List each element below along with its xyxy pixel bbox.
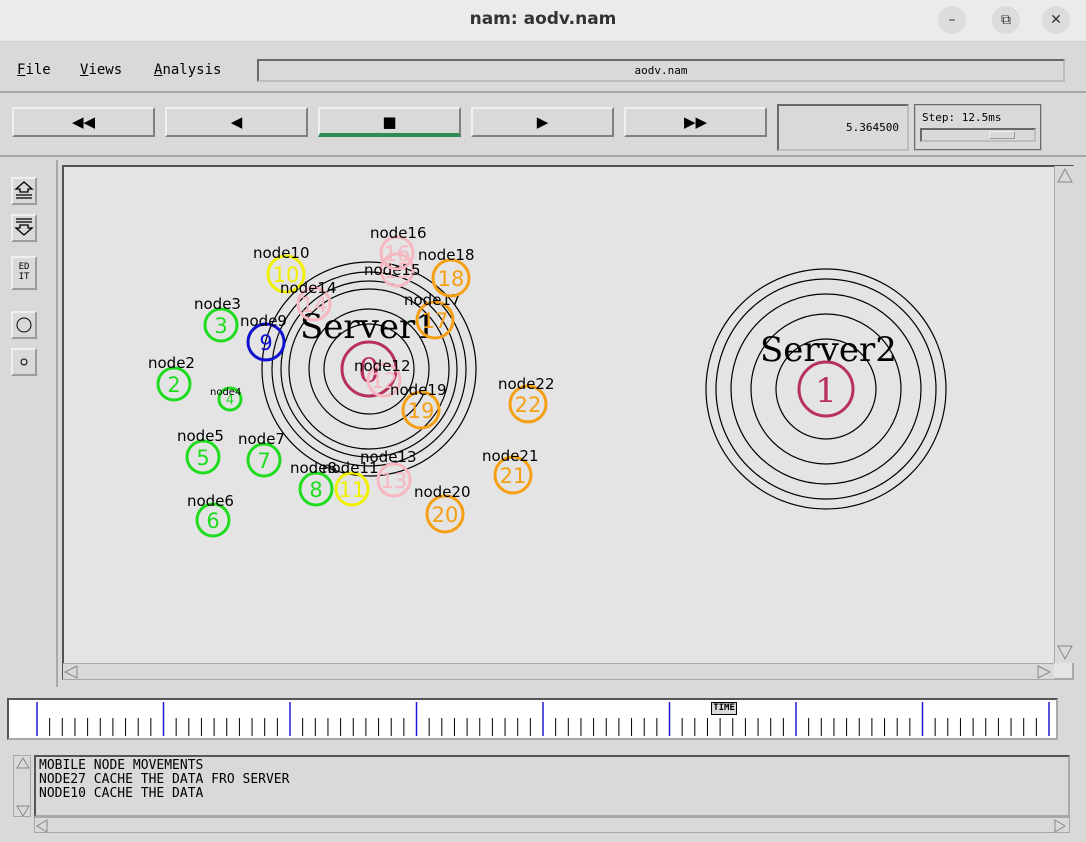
playback-toolbar: ◀◀ ◀ ■ ▶ ▶▶ 5.364500 Step: 12.5ms bbox=[0, 95, 1086, 157]
message-log: MOBILE NODE MOVEMENTS NODE27 CACHE THE D… bbox=[34, 755, 1070, 817]
zoom-out-icon bbox=[14, 218, 34, 236]
edit-button[interactable]: ED IT bbox=[11, 256, 37, 290]
node-21[interactable]: 21node21 bbox=[482, 447, 539, 495]
rewind-button[interactable]: ◀◀ bbox=[12, 107, 155, 137]
node-label: node13 bbox=[360, 448, 417, 466]
play-button[interactable]: ▶ bbox=[471, 107, 614, 137]
close-button[interactable]: ✕ bbox=[1042, 6, 1070, 34]
small-node-button[interactable] bbox=[11, 348, 37, 376]
node-label: node18 bbox=[418, 246, 475, 264]
node-id: 9 bbox=[259, 331, 272, 355]
node-id: 7 bbox=[257, 449, 270, 473]
menu-file[interactable]: File bbox=[17, 62, 51, 78]
node-2[interactable]: 2node2 bbox=[148, 354, 195, 402]
restore-button[interactable]: ⧉ bbox=[992, 6, 1020, 34]
node-label: node12 bbox=[354, 357, 411, 375]
window-title: nam: aodv.nam bbox=[469, 9, 617, 29]
canvas-horizontal-scrollbar[interactable] bbox=[63, 663, 1054, 679]
node-id: 20 bbox=[432, 503, 459, 527]
server-id: 1 bbox=[815, 371, 837, 411]
node-id: 18 bbox=[438, 267, 465, 291]
node-label: node21 bbox=[482, 447, 539, 465]
node-5[interactable]: 5node5 bbox=[177, 427, 224, 475]
node-label: node19 bbox=[390, 381, 447, 399]
node-id: 19 bbox=[408, 399, 435, 423]
time-display: 5.364500 bbox=[777, 104, 909, 151]
menu-views[interactable]: Views bbox=[80, 62, 122, 78]
node-label: node16 bbox=[370, 224, 427, 242]
node-label: node5 bbox=[177, 427, 224, 445]
node-6[interactable]: 6node6 bbox=[187, 492, 234, 538]
node-id: 16 bbox=[384, 242, 411, 266]
circle-small-icon bbox=[20, 358, 28, 366]
message-horizontal-scrollbar[interactable] bbox=[34, 817, 1070, 833]
zoom-in-icon bbox=[14, 181, 34, 199]
node-3[interactable]: 3node3 bbox=[194, 295, 241, 343]
large-node-button[interactable] bbox=[11, 311, 37, 339]
node-label: node14 bbox=[280, 279, 337, 297]
node-label: node6 bbox=[187, 492, 234, 510]
step-slider-thumb[interactable] bbox=[989, 131, 1015, 139]
message-line: NODE10 CACHE THE DATA bbox=[39, 786, 204, 801]
step-control: Step: 12.5ms bbox=[914, 104, 1042, 151]
node-9[interactable]: 9node9 bbox=[240, 312, 287, 362]
node-id: 2 bbox=[167, 373, 180, 397]
minimize-button[interactable]: – bbox=[938, 6, 966, 34]
node-label: node22 bbox=[498, 375, 555, 393]
node-label: node4 bbox=[210, 387, 241, 398]
node-id: 3 bbox=[214, 314, 227, 338]
node-id: 6 bbox=[206, 509, 219, 533]
node-18[interactable]: 18 node18 bbox=[418, 246, 475, 298]
node-4[interactable]: 4node4 bbox=[210, 386, 243, 412]
node-label: node10 bbox=[253, 244, 310, 262]
message-vertical-scrollbar[interactable] bbox=[13, 755, 31, 817]
zoom-out-button[interactable] bbox=[11, 214, 37, 242]
node-id: 13 bbox=[381, 469, 408, 493]
fast-forward-button[interactable]: ▶▶ bbox=[624, 107, 767, 137]
node-label: node3 bbox=[194, 295, 241, 313]
message-line: NODE27 CACHE THE DATA FRO SERVER bbox=[39, 772, 290, 787]
timeline-ticks bbox=[36, 702, 1050, 736]
node-id: 11 bbox=[339, 478, 366, 502]
title-bar: nam: aodv.nam – ⧉ ✕ bbox=[0, 0, 1086, 42]
stop-button[interactable]: ■ bbox=[318, 107, 461, 137]
zoom-in-button[interactable] bbox=[11, 177, 37, 205]
node-id: 22 bbox=[515, 393, 542, 417]
filename-display: aodv.nam bbox=[257, 59, 1065, 82]
canvas-vertical-scrollbar[interactable] bbox=[1054, 166, 1074, 663]
tool-sidebar: ED IT bbox=[0, 160, 58, 687]
node-label: node20 bbox=[414, 483, 471, 501]
message-line: MOBILE NODE MOVEMENTS bbox=[39, 758, 204, 773]
node-id: 21 bbox=[500, 464, 527, 488]
server-label: Server2 bbox=[760, 330, 897, 370]
timeline-slider[interactable]: TIME bbox=[7, 698, 1058, 740]
node-22[interactable]: 22node22 bbox=[498, 375, 555, 424]
menu-analysis[interactable]: Analysis bbox=[154, 62, 221, 78]
step-back-button[interactable]: ◀ bbox=[165, 107, 308, 137]
node-label: node17 bbox=[404, 291, 461, 309]
topology-view: 0Server11Server22node23node34node45node5… bbox=[148, 224, 947, 538]
node-label: node9 bbox=[240, 312, 287, 330]
network-canvas[interactable]: 0 Server1 1 Server2 2 node2 3 node3 4 node4 5 node5… bbox=[62, 165, 1074, 680]
menu-bar: File Views Analysis aodv.nam bbox=[0, 43, 1086, 93]
step-label: Step: 12.5ms bbox=[922, 111, 1002, 124]
node-7[interactable]: 7node7 bbox=[238, 430, 285, 478]
timeline-thumb[interactable]: TIME bbox=[711, 702, 737, 715]
node-label: node7 bbox=[238, 430, 285, 448]
node-id: 8 bbox=[309, 478, 322, 502]
server-1[interactable]: 1Server2 bbox=[705, 268, 947, 510]
node-id: 5 bbox=[196, 446, 209, 470]
node-id: 17 bbox=[422, 309, 449, 333]
circle-large-icon bbox=[16, 317, 32, 333]
step-slider[interactable] bbox=[920, 128, 1036, 142]
node-label: node2 bbox=[148, 354, 195, 372]
node-20[interactable]: 20 node20 bbox=[414, 483, 471, 534]
